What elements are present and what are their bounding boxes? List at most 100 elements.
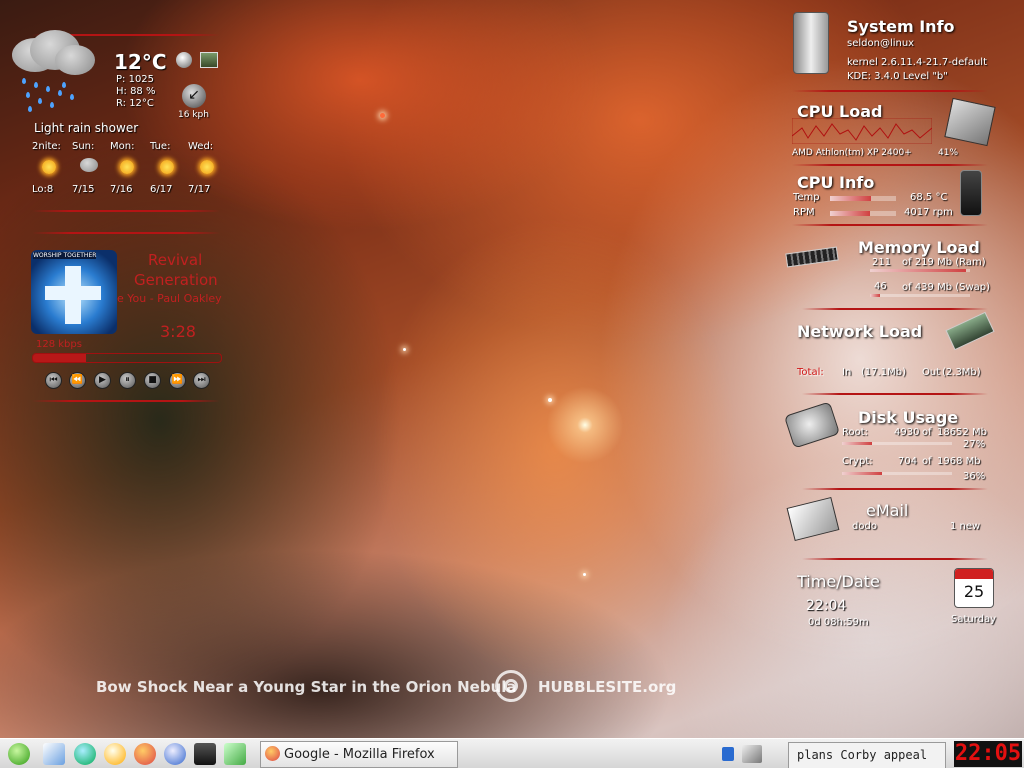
motherboard-icon (944, 97, 996, 147)
track-artist: e You - Paul Oakley (117, 292, 222, 305)
taskbar: Google - Mozilla Firefox plans Corby app… (0, 738, 1024, 768)
taskbar-clock[interactable]: 22:05 (954, 741, 1022, 767)
lightning-icon[interactable] (104, 743, 126, 765)
last-track-button[interactable]: ⏭ (193, 372, 210, 389)
disk-crypt-used: 704 (898, 456, 918, 467)
weather-temperature: 12°C (114, 50, 167, 74)
wallpaper-caption: Bow Shock Near a Young Star in the Orion… (96, 678, 517, 696)
system-kernel: kernel 2.6.11.4-21.7-default (847, 57, 987, 68)
package-manager-icon[interactable] (224, 743, 246, 765)
multimeter-icon (960, 170, 982, 216)
weather-pressure: P: 1025 (116, 74, 155, 85)
network-in-label: In (842, 367, 852, 378)
firefox-icon (265, 746, 280, 761)
disk-crypt-bar (842, 472, 952, 475)
network-out-value: (2.3Mb) (942, 367, 981, 378)
network-load-title: Network Load (797, 322, 923, 341)
forecast-temp: 6/17 (150, 184, 173, 195)
desktop-icon[interactable] (43, 743, 65, 765)
track-progress-bar[interactable] (32, 353, 222, 363)
sun-icon (160, 160, 174, 174)
star (548, 398, 552, 402)
disk-usage-title: Disk Usage (858, 408, 959, 427)
weather-humidity: H: 88 % (116, 86, 156, 97)
disk-root-used: 4930 (894, 427, 920, 438)
network-out-label: Out (922, 367, 941, 378)
uptime: 0d 08h:59m (808, 617, 869, 628)
rewind-button[interactable]: ⏪ (69, 372, 86, 389)
cpu-temp-bar (830, 196, 896, 201)
network-total-label: Total: (797, 367, 824, 378)
disk-crypt-of: of (922, 456, 932, 467)
disk-root-total: 18652 Mb (937, 427, 987, 438)
kde-menu-icon[interactable] (8, 743, 30, 765)
album-art-text: WORSHIP TOGETHER (33, 252, 97, 259)
divider (802, 308, 988, 310)
forecast-temp: 7/17 (188, 184, 211, 195)
time-date-title: Time/Date (797, 572, 880, 591)
ram-bar (870, 269, 970, 272)
swap-used: 46 (874, 281, 887, 292)
system-user: seldon@linux (847, 38, 915, 49)
disk-crypt-label: Crypt: (842, 456, 873, 467)
stop-button[interactable]: ■ (144, 372, 161, 389)
forward-button[interactable]: ⏩ (169, 372, 186, 389)
globe-icon[interactable] (74, 743, 96, 765)
hubblesite-brand: HUBBLESITE.org (538, 678, 677, 696)
weekday: Saturday (951, 614, 997, 625)
network-card-icon (945, 311, 995, 351)
system-info-title: System Info (847, 17, 955, 36)
disk-root-percent: 27% (963, 439, 986, 450)
divider (802, 488, 988, 490)
email-account: dodo (852, 521, 877, 532)
cpu-percent: 41% (938, 148, 959, 158)
forecast-day: Sun: (72, 141, 95, 152)
task-firefox[interactable]: Google - Mozilla Firefox (260, 741, 458, 768)
forecast-temp: 7/15 (72, 184, 95, 195)
divider (792, 224, 988, 226)
partly-cloudy-icon (42, 160, 56, 174)
first-track-button[interactable]: ⏮ (45, 372, 62, 389)
divider (32, 400, 220, 402)
wind-speed: 16 kph (178, 110, 209, 120)
email-title: eMail (866, 501, 909, 520)
map-icon[interactable] (200, 52, 218, 68)
hubble-logo-icon (495, 670, 527, 702)
news-ticker[interactable]: plans Corby appeal (788, 742, 946, 768)
star (380, 113, 385, 118)
terminal-icon[interactable] (194, 743, 216, 765)
envelope-icon[interactable] (786, 496, 840, 542)
track-time: 3:28 (160, 322, 196, 341)
bitrate: 128 kbps (36, 339, 82, 350)
disk-root-of: of (922, 427, 932, 438)
disk-root-bar (842, 442, 952, 445)
play-button[interactable]: ▶ (94, 372, 111, 389)
pause-button[interactable]: ⏸ (119, 372, 136, 389)
sun-icon (200, 160, 214, 174)
divider (32, 232, 220, 234)
rain-icon (80, 158, 98, 172)
network-plug-icon[interactable] (742, 745, 762, 763)
globe-icon[interactable] (176, 52, 192, 68)
computer-tower-icon (793, 12, 829, 74)
thunderbird-icon[interactable] (164, 743, 186, 765)
divider (802, 558, 988, 560)
forecast-day: Mon: (110, 141, 135, 152)
swap-text: of 439 Mb (Swap) (902, 282, 991, 293)
volume-icon[interactable] (722, 747, 734, 761)
forecast-day: Tue: (150, 141, 171, 152)
ram-used: 211 (872, 257, 892, 268)
partly-cloudy-icon (120, 160, 134, 174)
cpu-load-graph (792, 118, 932, 144)
network-in-value: (17.1Mb) (861, 367, 907, 378)
system-kde: KDE: 3.4.0 Level "b" (847, 71, 948, 82)
disk-root-label: Root: (842, 427, 869, 438)
task-firefox-label: Google - Mozilla Firefox (284, 747, 435, 762)
nebula-bright-star (540, 380, 630, 470)
cpu-temp-value: 68.5 °C (910, 192, 948, 203)
firefox-icon[interactable] (134, 743, 156, 765)
track-title-line2: Generation (134, 271, 218, 289)
weather-rain-temp: R: 12°C (116, 98, 154, 109)
cpu-rpm-label: RPM (793, 207, 815, 218)
calendar-icon[interactable]: 25 (954, 568, 994, 608)
